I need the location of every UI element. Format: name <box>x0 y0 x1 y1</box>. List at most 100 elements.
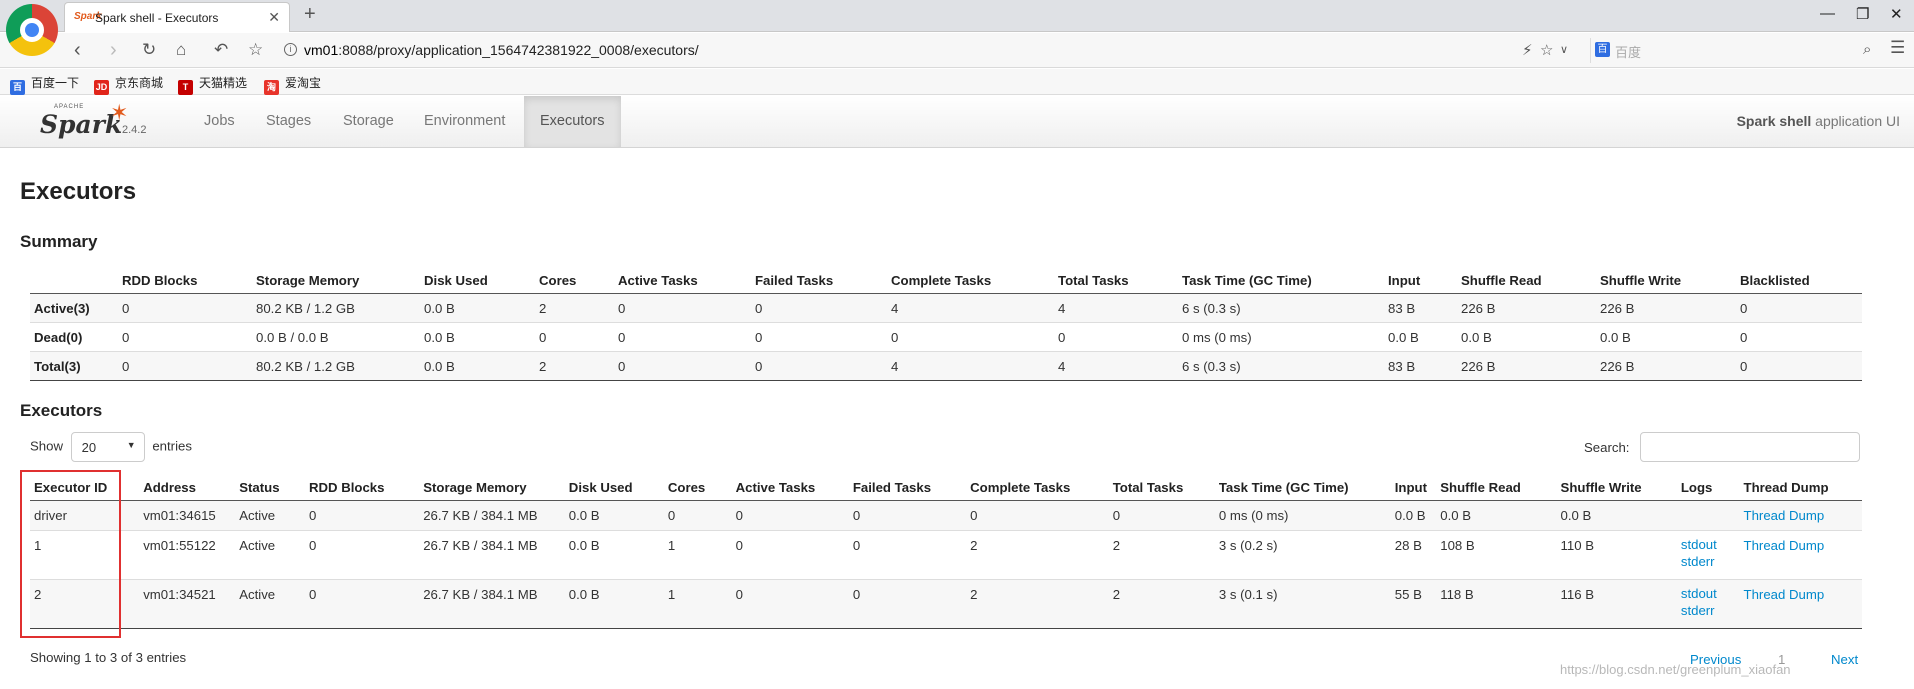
showing-entries-text: Showing 1 to 3 of 3 entries <box>30 650 187 665</box>
show-label: Show <box>30 438 63 454</box>
address-bar[interactable]: i vm01:8088/proxy/application_1564742381… <box>280 38 1580 63</box>
back-icon[interactable]: ‹ <box>74 39 81 61</box>
summary-header-cell[interactable]: Failed Tasks <box>751 273 887 294</box>
browser-tab-strip: Spark Spark shell - Executors ✕ + — ❐ ✕ <box>0 0 1914 32</box>
executors-header-cell[interactable]: Total Tasks <box>1108 474 1215 501</box>
table-cell: 2 <box>966 578 1109 629</box>
executors-header-cell[interactable]: Address <box>139 474 236 501</box>
executors-header-cell[interactable]: RDD Blocks <box>304 474 420 501</box>
next-page-button[interactable]: Next <box>1831 652 1858 667</box>
summary-header-cell[interactable]: Total Tasks <box>1054 273 1178 294</box>
summary-header-cell[interactable]: Disk Used <box>420 273 535 294</box>
stderr-link[interactable]: stderr <box>1681 603 1715 618</box>
reload-icon[interactable]: ↻ <box>142 39 156 61</box>
favorite-star-icon[interactable]: ☆ <box>248 39 263 61</box>
close-tab-icon[interactable]: ✕ <box>268 9 280 26</box>
jd-icon: JD <box>94 80 109 95</box>
logs-cell <box>1676 499 1740 530</box>
bookmark-star-icon[interactable]: ☆ <box>1540 41 1553 59</box>
tab-stages[interactable]: Stages <box>250 96 327 147</box>
tab-jobs[interactable]: Jobs <box>188 96 251 147</box>
executors-header-cell[interactable]: Shuffle Write <box>1556 474 1677 501</box>
minimize-icon[interactable]: — <box>1820 5 1835 22</box>
summary-cell: 6 s (0.3 s) <box>1178 351 1384 381</box>
summary-cell: 0.0 B / 0.0 B <box>252 322 420 352</box>
executors-header-cell[interactable]: Task Time (GC Time) <box>1214 474 1391 501</box>
stderr-link[interactable]: stderr <box>1681 554 1715 569</box>
executors-header-cell[interactable]: Thread Dump <box>1739 474 1862 501</box>
summary-cell: 0 <box>1054 322 1178 352</box>
executors-header-cell[interactable]: Active Tasks <box>731 474 849 501</box>
tab-environment[interactable]: Environment <box>408 96 521 147</box>
restore-icon[interactable]: ❐ <box>1856 5 1869 23</box>
summary-cell: 0 ms (0 ms) <box>1178 322 1384 352</box>
summary-cell: 226 B <box>1457 293 1596 323</box>
summary-heading[interactable]: Summary <box>20 232 97 252</box>
new-tab-icon[interactable]: + <box>304 4 316 24</box>
browser-tab[interactable]: Spark Spark shell - Executors ✕ <box>64 2 290 32</box>
info-icon[interactable]: i <box>284 43 297 56</box>
menu-icon[interactable]: ☰ <box>1890 38 1905 58</box>
executors-header-cell[interactable]: Disk Used <box>564 474 664 501</box>
summary-cell: 226 B <box>1457 351 1596 381</box>
summary-cell: 4 <box>887 351 1054 381</box>
summary-cell: 0 <box>118 293 252 323</box>
thread-dump-link[interactable]: Thread Dump <box>1744 538 1825 553</box>
executors-header-cell[interactable]: Input <box>1390 474 1437 501</box>
bookmark-item[interactable]: T 天猫精选 <box>178 74 247 95</box>
table-cell: 26.7 KB / 384.1 MB <box>419 578 565 629</box>
search-input[interactable] <box>1640 432 1860 462</box>
table-cell: 0 <box>848 529 967 579</box>
thread-dump-cell: Thread Dump <box>1739 578 1862 629</box>
executors-header-cell[interactable]: Status <box>235 474 305 501</box>
search-icon[interactable]: ⌕ <box>1863 41 1871 58</box>
stdout-link[interactable]: stdout <box>1681 537 1717 552</box>
executors-header-cell[interactable]: Cores <box>663 474 732 501</box>
entries-select[interactable]: 20 ▼ <box>70 432 145 462</box>
spark-logo[interactable]: APACHE Spark ✶ <box>38 100 128 144</box>
executors-header-cell[interactable]: Logs <box>1676 474 1740 501</box>
browser-search-box[interactable]: 百 百度 ⌕ <box>1590 38 1880 63</box>
summary-header-cell[interactable]: Complete Tasks <box>887 273 1054 294</box>
table-cell: 26.7 KB / 384.1 MB <box>419 529 565 579</box>
undo-icon[interactable]: ↶ <box>214 39 228 61</box>
summary-header-cell[interactable]: Blacklisted <box>1736 273 1862 294</box>
thread-dump-link[interactable]: Thread Dump <box>1744 508 1825 523</box>
table-cell: 2 <box>966 529 1109 579</box>
chevron-down-icon[interactable]: ∨ <box>1560 43 1568 56</box>
tab-storage[interactable]: Storage <box>327 96 410 147</box>
executors-header-cell[interactable]: Complete Tasks <box>966 474 1109 501</box>
summary-cell: 226 B <box>1596 293 1736 323</box>
bookmark-item[interactable]: 百百度一下 <box>10 74 79 95</box>
summary-header-cell[interactable]: Shuffle Write <box>1596 273 1736 294</box>
summary-header-cell[interactable]: Storage Memory <box>252 273 420 294</box>
executors-header-cell[interactable]: Failed Tasks <box>848 474 967 501</box>
summary-cell: 0 <box>535 322 614 352</box>
thread-dump-link[interactable]: Thread Dump <box>1744 587 1825 602</box>
spark-version: 2.4.2 <box>122 124 147 136</box>
stdout-link[interactable]: stdout <box>1681 586 1717 601</box>
table-row: driver vm01:34615 Active 0 26.7 KB / 384… <box>30 499 1862 530</box>
forward-icon[interactable]: › <box>110 39 117 61</box>
summary-header-cell[interactable]: Active Tasks <box>614 273 751 294</box>
tab-executors[interactable]: Executors <box>524 96 621 147</box>
close-window-icon[interactable]: ✕ <box>1890 5 1903 23</box>
executors-header-cell[interactable]: Shuffle Read <box>1436 474 1557 501</box>
summary-header-cell[interactable]: Task Time (GC Time) <box>1178 273 1384 294</box>
executors-header-cell[interactable]: Storage Memory <box>419 474 565 501</box>
table-cell: 28 B <box>1390 529 1437 579</box>
lightning-icon[interactable]: ⚡ <box>1522 41 1533 59</box>
bookmark-item[interactable]: JD 京东商城 <box>94 74 163 95</box>
summary-header-cell[interactable]: Input <box>1384 273 1457 294</box>
home-icon[interactable]: ⌂ <box>176 39 186 61</box>
summary-header-cell[interactable]: RDD Blocks <box>118 273 252 294</box>
executors-heading[interactable]: Executors <box>20 401 102 421</box>
table-cell: 2 <box>1108 578 1215 629</box>
summary-header-cell[interactable]: Shuffle Read <box>1457 273 1596 294</box>
table-cell: Active <box>235 499 305 530</box>
table-cell: 110 B <box>1556 529 1677 579</box>
summary-cell: 4 <box>1054 293 1178 323</box>
url-text: vm01:8088/proxy/application_156474238192… <box>304 42 699 58</box>
bookmark-item[interactable]: 淘爱淘宝 <box>264 74 321 95</box>
summary-header-cell[interactable]: Cores <box>535 273 614 294</box>
